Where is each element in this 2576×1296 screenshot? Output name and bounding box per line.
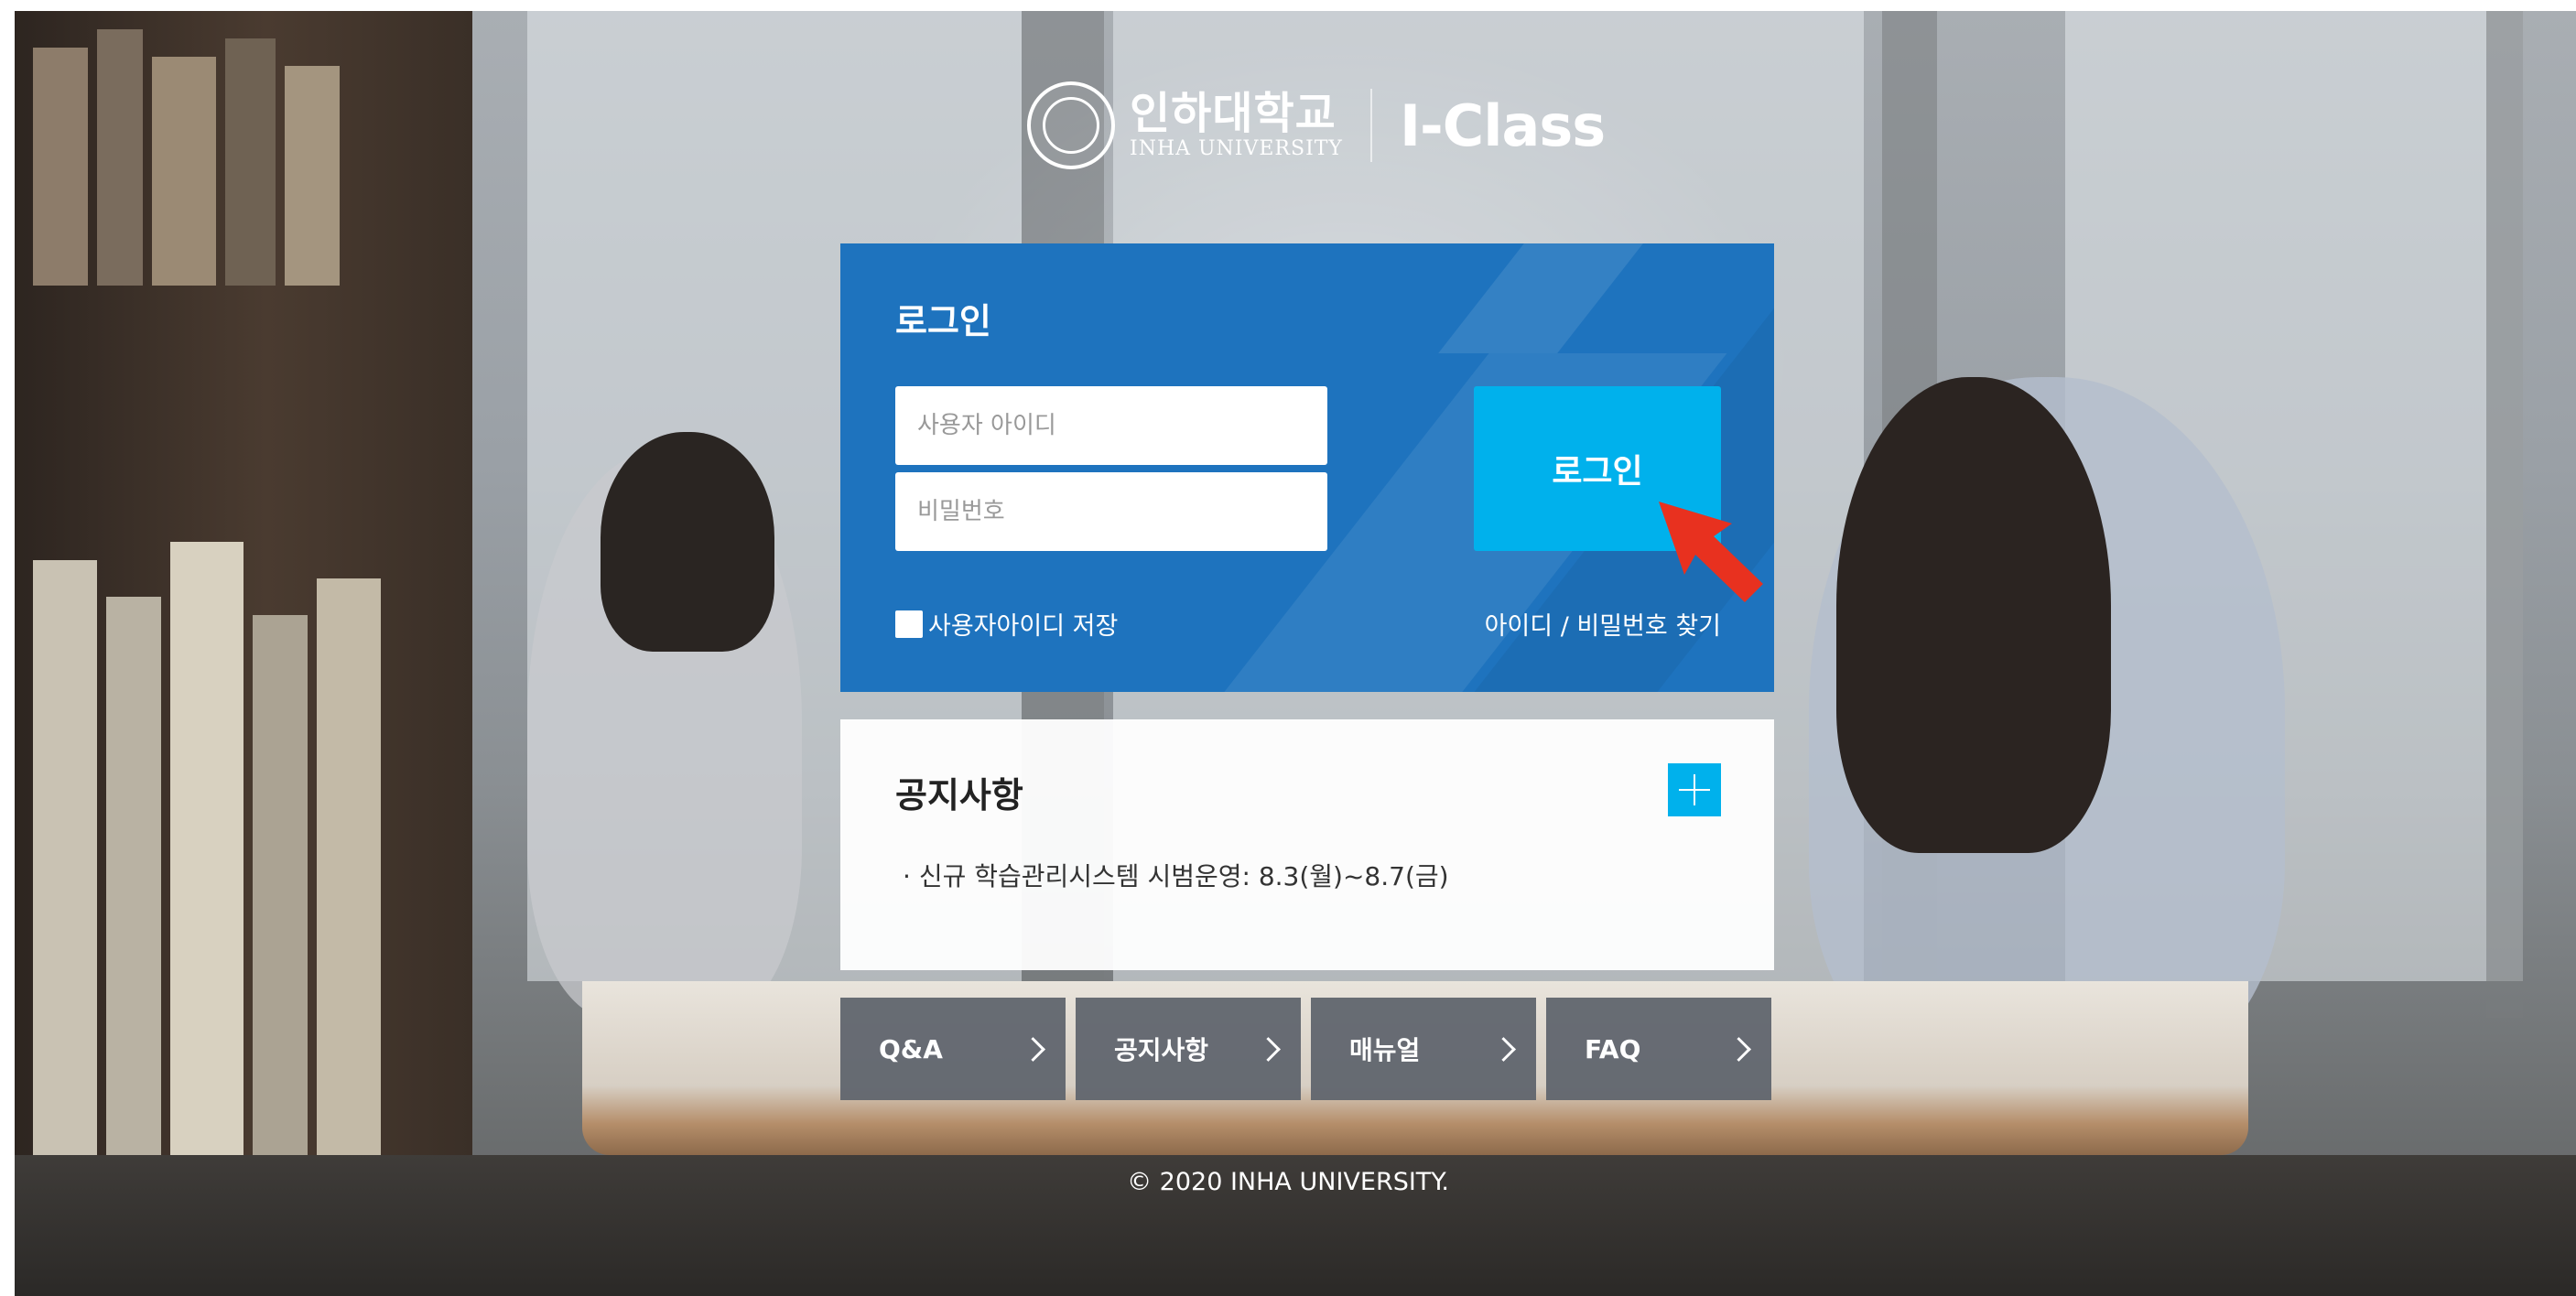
username-input[interactable] <box>895 386 1327 465</box>
chevron-right-icon <box>1726 1036 1751 1062</box>
brand-divider <box>1369 89 1372 162</box>
notice-title: 공지사항 <box>895 775 1023 815</box>
university-name-ko: 인하대학교 <box>1130 88 1337 139</box>
app-title: I-Class <box>1399 92 1606 159</box>
copyright: © 2020 INHA UNIVERSITY. <box>1127 1168 1449 1196</box>
chevron-right-icon <box>1021 1036 1045 1062</box>
nav-label: 공지사항 <box>1114 1035 1209 1065</box>
nav-notice-button[interactable]: 공지사항 <box>1076 998 1301 1100</box>
nav-manual-button[interactable]: 매뉴얼 <box>1311 998 1536 1100</box>
remember-id[interactable]: 사용자아이디 저장 <box>895 606 1118 642</box>
nav-label: Q&A <box>879 1033 943 1064</box>
nav-faq-button[interactable]: FAQ <box>1546 998 1771 1100</box>
chevron-right-icon <box>1491 1036 1516 1062</box>
password-input[interactable] <box>895 472 1327 551</box>
notice-more-button[interactable] <box>1668 763 1721 816</box>
nav-qna-button[interactable]: Q&A <box>840 998 1066 1100</box>
nav-label: FAQ <box>1585 1033 1641 1064</box>
notice-list: 신규 학습관리시스템 시범운영: 8.3(월)~8.7(금) <box>903 857 1449 893</box>
login-panel: 로그인 로그인 사용자아이디 저장 아이디 / 비밀번호 찾기 <box>840 243 1774 692</box>
notice-item[interactable]: 신규 학습관리시스템 시범운영: 8.3(월)~8.7(금) <box>903 857 1449 893</box>
nav-label: 매뉴얼 <box>1349 1035 1421 1065</box>
notice-panel: 공지사항 신규 학습관리시스템 시범운영: 8.3(월)~8.7(금) <box>840 719 1774 970</box>
find-id-password-link[interactable]: 아이디 / 비밀번호 찾기 <box>1485 606 1721 642</box>
university-seal-icon <box>1027 81 1115 169</box>
decorative-stripe <box>1438 243 1643 353</box>
login-title: 로그인 <box>895 301 991 341</box>
brand-header: 인하대학교 INHA UNIVERSITY I-Class <box>1027 75 1606 176</box>
university-name-en: INHA UNIVERSITY <box>1130 137 1343 160</box>
remember-id-label[interactable]: 사용자아이디 저장 <box>928 606 1118 642</box>
chevron-right-icon <box>1256 1036 1281 1062</box>
university-name: 인하대학교 INHA UNIVERSITY <box>1130 90 1343 161</box>
remember-id-checkbox[interactable] <box>895 610 923 638</box>
annotation-arrow-icon <box>1659 502 1763 602</box>
